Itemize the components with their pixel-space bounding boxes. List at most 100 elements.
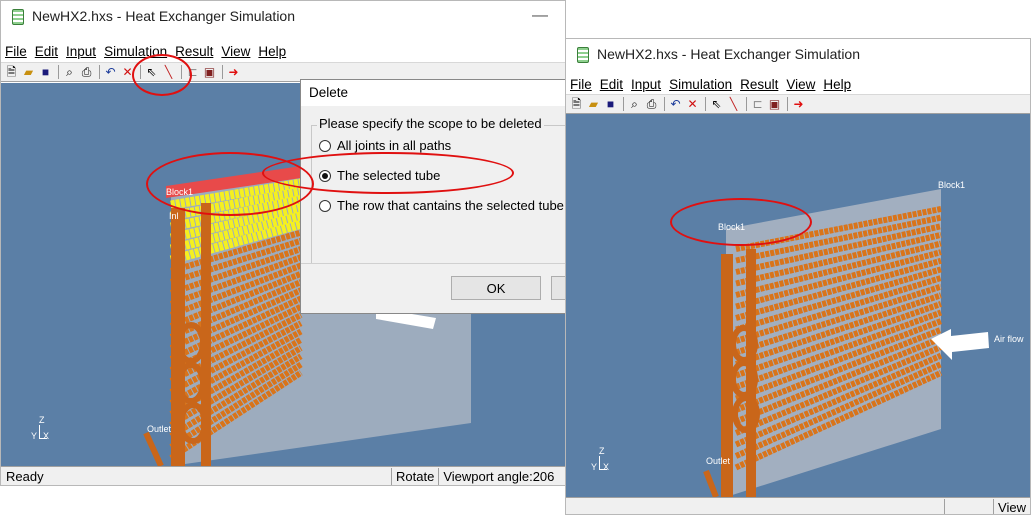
axis-indicator: Z Y X xyxy=(31,415,53,445)
menu-input[interactable]: Input xyxy=(627,77,665,92)
right-toolbar: 🗎 ▰ ■ ⌕ ⎙ ↶ ✕ ⇖ ╲ ⊏ ▣ ➜ xyxy=(566,94,1030,114)
option-all-joints[interactable]: All joints in all paths xyxy=(319,138,451,153)
delete-x-icon[interactable]: ✕ xyxy=(685,97,700,112)
right-heat-exchanger-model xyxy=(703,189,989,497)
menu-edit-label: Edit xyxy=(34,43,59,59)
toolbar-separator xyxy=(140,65,141,79)
print-icon[interactable]: ⎙ xyxy=(79,65,94,80)
right-3d-viewport[interactable]: Block1 Block1 Air flow Outlet Z Y X xyxy=(566,114,1030,497)
toolbar-separator xyxy=(664,97,665,111)
block-icon[interactable]: ▣ xyxy=(202,65,217,80)
menu-simulation[interactable]: Simulation xyxy=(665,77,736,92)
new-file-icon[interactable]: 🗎 xyxy=(4,65,19,80)
status-mode: Rotate xyxy=(391,467,438,485)
print-icon[interactable]: ⎙ xyxy=(644,97,659,112)
menu-result-label: Result xyxy=(175,43,214,59)
maximize-icon[interactable]: ☐ xyxy=(563,1,565,31)
menu-view-label: View xyxy=(221,43,251,59)
toolbar-separator xyxy=(99,65,100,79)
left-window-controls: — ☐ ✕ xyxy=(517,1,565,31)
option-row-label: The row that cantains the selected tube xyxy=(337,198,564,213)
menu-file-label: File xyxy=(5,43,27,59)
radio-button-checked[interactable] xyxy=(319,169,331,182)
axis-x-label: X xyxy=(43,431,50,441)
left-title-bar[interactable]: NewHX2.hxs - Heat Exchanger Simulation xyxy=(1,1,565,31)
delete-dialog-title[interactable]: Delete xyxy=(301,80,569,106)
menu-help[interactable]: Help xyxy=(819,77,855,92)
radio-button[interactable] xyxy=(319,199,331,212)
menu-file[interactable]: File xyxy=(1,44,31,59)
select-arrow-icon[interactable]: ⇖ xyxy=(144,65,159,80)
menu-edit[interactable]: Edit xyxy=(596,77,627,92)
airflow-label: Air flow xyxy=(994,334,1024,344)
right-menu-bar: File Edit Input Simulation Result View H… xyxy=(566,74,1030,94)
print-preview-icon[interactable]: ⌕ xyxy=(627,97,642,112)
draw-line-icon[interactable]: ╲ xyxy=(726,97,741,112)
status-blank xyxy=(944,498,993,514)
connect-icon[interactable]: ⊏ xyxy=(185,65,200,80)
menu-view[interactable]: View xyxy=(217,44,254,59)
status-view: View xyxy=(993,498,1030,514)
delete-dialog: Delete Please specify the scope to be de… xyxy=(300,79,591,314)
undo-icon[interactable]: ↶ xyxy=(103,65,118,80)
toolbar-separator xyxy=(746,97,747,111)
inlet-label: Inl xyxy=(169,211,179,221)
right-status-bar: View xyxy=(566,497,1030,514)
block-label: Block1 xyxy=(166,187,194,197)
axis-x-label: X xyxy=(603,462,610,472)
save-icon[interactable]: ■ xyxy=(603,97,618,112)
outlet-label: Outlet xyxy=(706,456,731,466)
right-window-title: NewHX2.hxs - Heat Exchanger Simulation xyxy=(597,46,861,62)
toolbar-separator xyxy=(58,65,59,79)
delete-x-icon[interactable]: ✕ xyxy=(120,65,135,80)
toolbar-separator xyxy=(705,97,706,111)
open-folder-icon[interactable]: ▰ xyxy=(586,97,601,112)
connect-icon[interactable]: ⊏ xyxy=(750,97,765,112)
dialog-separator xyxy=(301,263,569,264)
menu-result[interactable]: Result xyxy=(736,77,782,92)
undo-icon[interactable]: ↶ xyxy=(668,97,683,112)
toolbar-separator xyxy=(181,65,182,79)
run-arrow-icon[interactable]: ➜ xyxy=(226,65,241,80)
radio-button[interactable] xyxy=(319,139,331,152)
option-selected-tube[interactable]: The selected tube xyxy=(319,168,440,183)
print-preview-icon[interactable]: ⌕ xyxy=(62,65,77,80)
menu-simulation[interactable]: Simulation xyxy=(100,44,171,59)
menu-simulation-label: Simulation xyxy=(669,76,733,92)
left-window-title: NewHX2.hxs - Heat Exchanger Simulation xyxy=(32,8,296,24)
menu-simulation-label: Simulation xyxy=(104,43,168,59)
right-title-bar[interactable]: NewHX2.hxs - Heat Exchanger Simulation xyxy=(566,39,1030,69)
open-folder-icon[interactable]: ▰ xyxy=(21,65,36,80)
menu-help[interactable]: Help xyxy=(254,44,290,59)
run-arrow-icon[interactable]: ➜ xyxy=(791,97,806,112)
menu-edit-label: Edit xyxy=(599,76,624,92)
right-app-window: NewHX2.hxs - Heat Exchanger Simulation F… xyxy=(565,38,1031,515)
menu-view[interactable]: View xyxy=(782,77,819,92)
draw-line-icon[interactable]: ╲ xyxy=(161,65,176,80)
axis-y-label: Y xyxy=(591,462,598,472)
menu-edit[interactable]: Edit xyxy=(31,44,62,59)
axis-z-label: Z xyxy=(599,446,605,456)
option-row[interactable]: The row that cantains the selected tube xyxy=(319,198,564,213)
outlet-label: Outlet xyxy=(147,424,172,434)
new-file-icon[interactable]: 🗎 xyxy=(569,97,584,112)
menu-result[interactable]: Result xyxy=(171,44,217,59)
block-icon[interactable]: ▣ xyxy=(767,97,782,112)
axis-z-label: Z xyxy=(39,415,45,425)
toolbar-separator xyxy=(623,97,624,111)
axis-y-label: Y xyxy=(31,431,38,441)
menu-file-label: File xyxy=(570,76,592,92)
menu-input-label: Input xyxy=(631,76,662,92)
left-menu-bar: File Edit Input Simulation Result View H… xyxy=(1,41,565,61)
app-icon xyxy=(574,46,590,63)
toolbar-separator xyxy=(787,97,788,111)
minimize-icon[interactable]: — xyxy=(517,1,563,31)
menu-input[interactable]: Input xyxy=(62,44,100,59)
select-arrow-icon[interactable]: ⇖ xyxy=(709,97,724,112)
save-icon[interactable]: ■ xyxy=(38,65,53,80)
menu-result-label: Result xyxy=(740,76,779,92)
ok-button[interactable]: OK xyxy=(451,276,541,300)
menu-file[interactable]: File xyxy=(566,77,596,92)
app-icon xyxy=(9,8,25,25)
toolbar-separator xyxy=(222,65,223,79)
